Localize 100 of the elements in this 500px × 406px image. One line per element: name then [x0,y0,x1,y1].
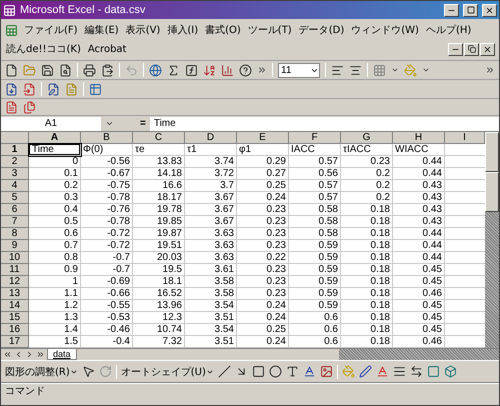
row-header[interactable]: 4 [1,180,29,192]
table-cell: 3.54 [185,324,237,336]
align-center-icon[interactable] [349,64,362,76]
row-header[interactable]: 1 [1,144,29,156]
print-preview-icon[interactable] [59,64,72,76]
minimize-button[interactable] [448,42,463,56]
row-header[interactable]: 2 [1,156,29,168]
pdf-icon[interactable] [5,82,18,96]
row-header[interactable]: 16 [1,324,29,336]
column-header[interactable]: A [29,132,81,144]
pdf-icon[interactable] [23,82,36,96]
text-box-icon[interactable] [286,365,299,378]
row-header[interactable]: 9 [1,240,29,252]
select-all-button[interactable] [1,132,29,144]
ellipse-icon[interactable] [268,365,282,378]
function-icon[interactable] [185,64,198,76]
last-sheet-icon[interactable] [36,350,45,359]
draw-menu-button[interactable]: 図形の調整(R) [5,364,78,378]
vertical-scrollbar[interactable] [485,132,499,348]
column-header[interactable]: G [341,132,393,144]
minimize-button[interactable] [444,4,459,16]
column-header[interactable]: B [81,132,133,144]
menu-item[interactable]: 編集(E) [84,21,120,39]
column-header[interactable]: F [289,132,341,144]
wordart-icon[interactable] [302,365,316,378]
maximize-button[interactable] [463,4,478,16]
formula-field[interactable]: Time [150,116,499,130]
caret-icon[interactable] [105,119,114,128]
fill-color-icon[interactable] [342,365,355,378]
menu-item[interactable]: ツール(T) [246,21,293,39]
row-header[interactable]: 5 [1,192,29,204]
next-sheet-icon[interactable] [25,350,34,359]
more-icon[interactable] [485,65,495,75]
restore-button[interactable] [464,42,479,56]
column-header[interactable]: H [393,132,445,144]
paste-icon[interactable] [101,64,114,76]
caret-icon[interactable] [422,66,430,74]
align-left-icon[interactable] [331,64,344,76]
row-header[interactable]: 11 [1,264,29,276]
row-header[interactable]: 17 [1,336,29,348]
first-sheet-icon[interactable] [3,350,12,359]
row-header[interactable]: 6 [1,204,29,216]
row-header[interactable]: 7 [1,216,29,228]
workbook-icon[interactable] [5,24,18,36]
previous-sheet-icon[interactable] [14,350,23,359]
table-icon[interactable] [89,82,102,96]
autoshapes-button[interactable]: オートシェイプ(U) [120,364,214,378]
fill-color-icon[interactable] [404,64,417,76]
menu-item[interactable]: データ(D) [298,21,346,39]
row-header[interactable]: 15 [1,312,29,324]
row-header[interactable]: 13 [1,288,29,300]
pdf-icon[interactable] [5,100,18,114]
menu-item[interactable]: ファイル(F) [23,21,79,39]
row-header[interactable]: 14 [1,300,29,312]
column-header[interactable]: I [445,132,485,144]
name-box[interactable]: A1 [1,116,101,130]
pdf-icon[interactable] [23,100,36,114]
borders-icon[interactable] [373,64,386,76]
new-file-icon[interactable] [5,64,18,76]
save-icon[interactable] [41,64,54,76]
menu-item[interactable]: 表示(V) [124,21,162,39]
clip-art-icon[interactable] [320,365,333,378]
menu-item[interactable]: 読んde!!ココ(K) [5,40,82,58]
close-button[interactable] [480,42,495,56]
globe-icon[interactable] [149,64,162,76]
help-icon[interactable] [239,64,252,76]
printer-icon[interactable] [83,64,96,76]
column-header[interactable]: D [185,132,237,144]
more-icon[interactable] [257,65,267,75]
line-color-icon[interactable] [358,365,372,378]
column-header[interactable]: C [133,132,185,144]
pointer-icon[interactable] [82,365,95,378]
row-header[interactable]: 3 [1,168,29,180]
3d-icon[interactable] [444,365,457,378]
font-size-field[interactable]: 11 [278,62,320,78]
menu-item[interactable]: ウィンドウ(W) [350,21,420,39]
caret-icon[interactable] [391,66,399,74]
horizontal-scrollbar[interactable] [339,349,499,360]
row-header[interactable]: 8 [1,228,29,240]
sum-icon[interactable] [167,64,180,76]
sort-icon[interactable] [203,64,216,76]
menu-item[interactable]: 書式(O) [204,21,242,39]
row-header[interactable]: 12 [1,276,29,288]
chart-icon[interactable] [221,64,234,76]
table-cell: -0.78 [81,216,133,228]
sheet-tab[interactable]: data [47,349,77,360]
menu-item[interactable]: Acrobat [86,42,128,56]
arrow-style-icon[interactable] [410,365,423,378]
menu-item[interactable]: ヘルプ(H) [424,21,472,39]
column-header[interactable]: E [237,132,289,144]
font-color-icon[interactable] [376,365,389,378]
rectangle-icon[interactable] [252,365,265,378]
close-button[interactable] [482,4,497,16]
table-cell: φ1 [237,144,289,156]
row-header[interactable]: 10 [1,252,29,264]
line-icon[interactable] [218,365,231,378]
shadow-icon[interactable] [426,365,440,378]
menu-item[interactable]: 挿入(I) [166,21,200,39]
line-style-icon[interactable] [392,365,406,378]
pdf-icon[interactable] [47,82,60,96]
